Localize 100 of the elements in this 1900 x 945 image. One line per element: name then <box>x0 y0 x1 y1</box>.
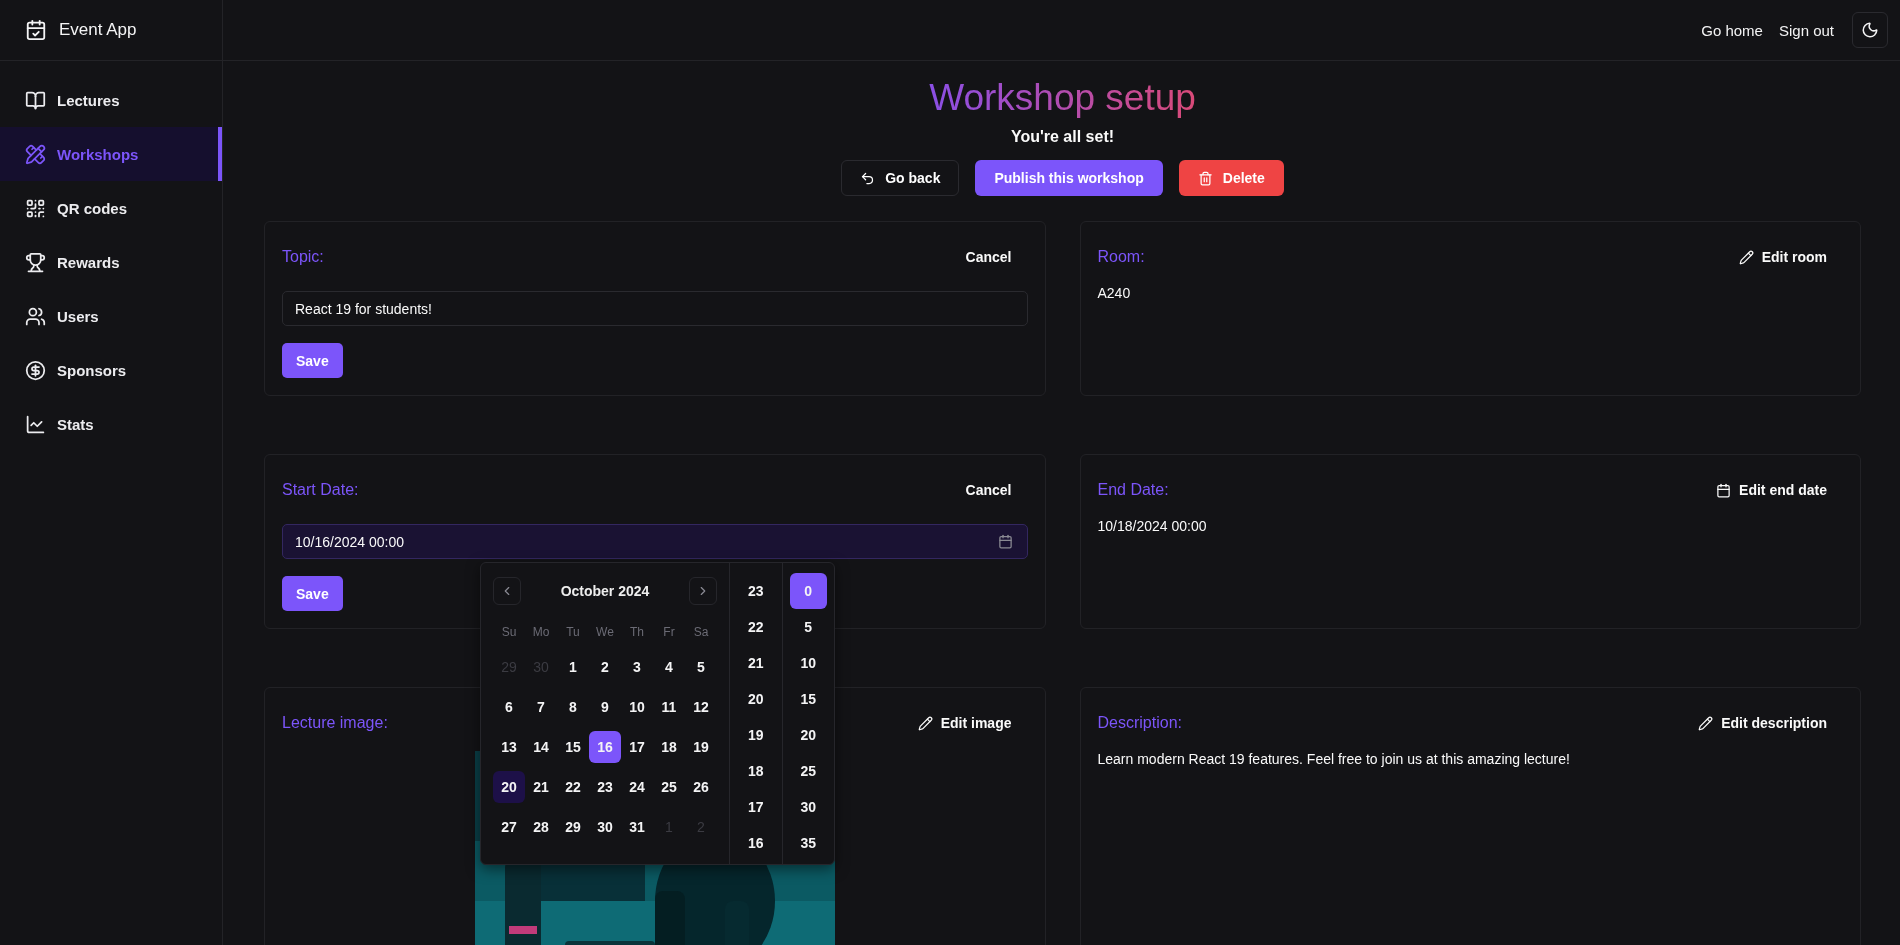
save-button[interactable]: Save <box>282 343 343 378</box>
month-title: October 2024 <box>560 583 650 599</box>
publish-button[interactable]: Publish this workshop <box>975 160 1163 196</box>
weekday-label: Sa <box>692 625 710 639</box>
calendar-day[interactable]: 20 <box>493 771 525 803</box>
sidebar-item[interactable]: Workshops <box>0 127 222 181</box>
calendar-day[interactable]: 5 <box>685 651 717 683</box>
calendar-day[interactable]: 19 <box>685 731 717 763</box>
minute-option[interactable]: 35 <box>789 825 827 861</box>
calendar-check-icon <box>25 19 47 41</box>
pencil-icon <box>1738 249 1754 265</box>
trash-icon <box>1197 170 1213 186</box>
calendar-day[interactable]: 16 <box>589 731 621 763</box>
sidebar-item[interactable]: QR codes <box>0 181 222 235</box>
calendar-day[interactable]: 11 <box>653 691 685 723</box>
next-month-button[interactable] <box>689 577 717 605</box>
trophy-icon <box>25 251 46 273</box>
calendar-day[interactable]: 30 <box>589 811 621 843</box>
minute-option[interactable]: 25 <box>789 753 827 789</box>
calendar-day[interactable]: 31 <box>621 811 653 843</box>
hour-option[interactable]: 18 <box>737 753 775 789</box>
sidebar-item[interactable]: Lectures <box>0 73 222 127</box>
calendar-day[interactable]: 12 <box>685 691 717 723</box>
minute-option[interactable]: 30 <box>789 789 827 825</box>
calendar-day[interactable]: 23 <box>589 771 621 803</box>
weekday-label: Tu <box>565 625 581 639</box>
minute-option[interactable]: 10 <box>789 645 827 681</box>
calendar-day[interactable]: 22 <box>557 771 589 803</box>
delete-button[interactable]: Delete <box>1178 160 1284 196</box>
line-chart-icon <box>25 413 46 435</box>
moon-icon <box>1861 21 1879 39</box>
calendar-icon <box>1716 482 1732 498</box>
hour-option[interactable]: 17 <box>737 789 775 825</box>
cancel-button[interactable]: Cancel <box>949 241 1028 273</box>
date-input[interactable]: 10/16/2024 00:00 <box>282 524 1028 559</box>
minute-option[interactable]: 0 <box>789 573 827 609</box>
weekday-label: Mo <box>531 625 551 639</box>
page-subtitle: You're all set! <box>1010 128 1115 146</box>
edit-button[interactable]: Edit end date <box>1700 474 1843 506</box>
calendar-day[interactable]: 27 <box>493 811 525 843</box>
save-button[interactable]: Save <box>282 576 343 611</box>
calendar-day[interactable]: 6 <box>493 691 525 723</box>
book-icon <box>25 89 46 111</box>
field-label: Lecture image: <box>282 714 388 732</box>
dollar-icon <box>25 359 46 381</box>
qr-code-icon <box>25 197 46 219</box>
hour-option[interactable]: 21 <box>737 645 775 681</box>
calendar-day[interactable]: 26 <box>685 771 717 803</box>
calendar-day[interactable]: 18 <box>653 731 685 763</box>
hour-option[interactable]: 19 <box>737 717 775 753</box>
minute-option[interactable]: 20 <box>789 717 827 753</box>
calendar-day[interactable]: 10 <box>621 691 653 723</box>
app-name: Event App <box>59 20 137 40</box>
pencil-icon <box>1698 715 1714 731</box>
field-value: Learn modern React 19 features. Feel free to join us at this amazing lecture! <box>1097 750 1571 769</box>
header-link[interactable]: Sign out <box>1778 21 1834 39</box>
field-label: Room: <box>1097 248 1145 266</box>
cancel-button[interactable]: Cancel <box>949 474 1028 506</box>
edit-button[interactable]: Edit image <box>901 707 1028 739</box>
calendar-day[interactable]: 2 <box>589 651 621 683</box>
calendar-day[interactable]: 1 <box>557 651 589 683</box>
sidebar-item[interactable]: Users <box>0 289 222 343</box>
sidebar-item[interactable]: Sponsors <box>0 343 222 397</box>
calendar-day[interactable]: 13 <box>493 731 525 763</box>
undo-icon <box>860 170 876 186</box>
calendar-day[interactable]: 4 <box>653 651 685 683</box>
calendar-day[interactable]: 25 <box>653 771 685 803</box>
calendar-day[interactable]: 7 <box>525 691 557 723</box>
go-back-button[interactable]: Go back <box>841 160 960 196</box>
sidebar-item[interactable]: Rewards <box>0 235 222 289</box>
edit-button[interactable]: Edit description <box>1682 707 1843 739</box>
calendar-day[interactable]: 24 <box>621 771 653 803</box>
calendar-day[interactable]: 3 <box>621 651 653 683</box>
weekday-label: Su <box>500 625 518 639</box>
hour-option[interactable]: 23 <box>737 573 775 609</box>
previous-month-button[interactable] <box>493 577 521 605</box>
calendar-icon <box>997 534 1013 549</box>
calendar-day[interactable]: 14 <box>525 731 557 763</box>
minute-option[interactable]: 5 <box>789 609 827 645</box>
field-label: Start Date: <box>282 481 359 499</box>
calendar-day[interactable]: 17 <box>621 731 653 763</box>
topic-input[interactable]: React 19 for students! <box>282 291 1028 326</box>
header-link[interactable]: Go home <box>1701 21 1763 39</box>
calendar-day[interactable]: 28 <box>525 811 557 843</box>
calendar-day[interactable]: 9 <box>589 691 621 723</box>
weekday-label: Th <box>629 625 645 639</box>
calendar-day[interactable]: 8 <box>557 691 589 723</box>
edit-button[interactable]: Edit room <box>1722 241 1843 273</box>
theme-toggle-button[interactable] <box>1852 12 1888 48</box>
calendar-day[interactable]: 15 <box>557 731 589 763</box>
field-label: End Date: <box>1097 481 1169 499</box>
users-icon <box>25 305 46 327</box>
minute-option[interactable]: 15 <box>789 681 827 717</box>
sidebar-item[interactable]: Stats <box>0 397 222 451</box>
hour-option[interactable]: 16 <box>737 825 775 861</box>
hour-option[interactable]: 22 <box>737 609 775 645</box>
calendar-day[interactable]: 29 <box>557 811 589 843</box>
calendar-day[interactable]: 21 <box>525 771 557 803</box>
hour-option[interactable]: 20 <box>737 681 775 717</box>
weekday-label: Fr <box>662 625 676 639</box>
